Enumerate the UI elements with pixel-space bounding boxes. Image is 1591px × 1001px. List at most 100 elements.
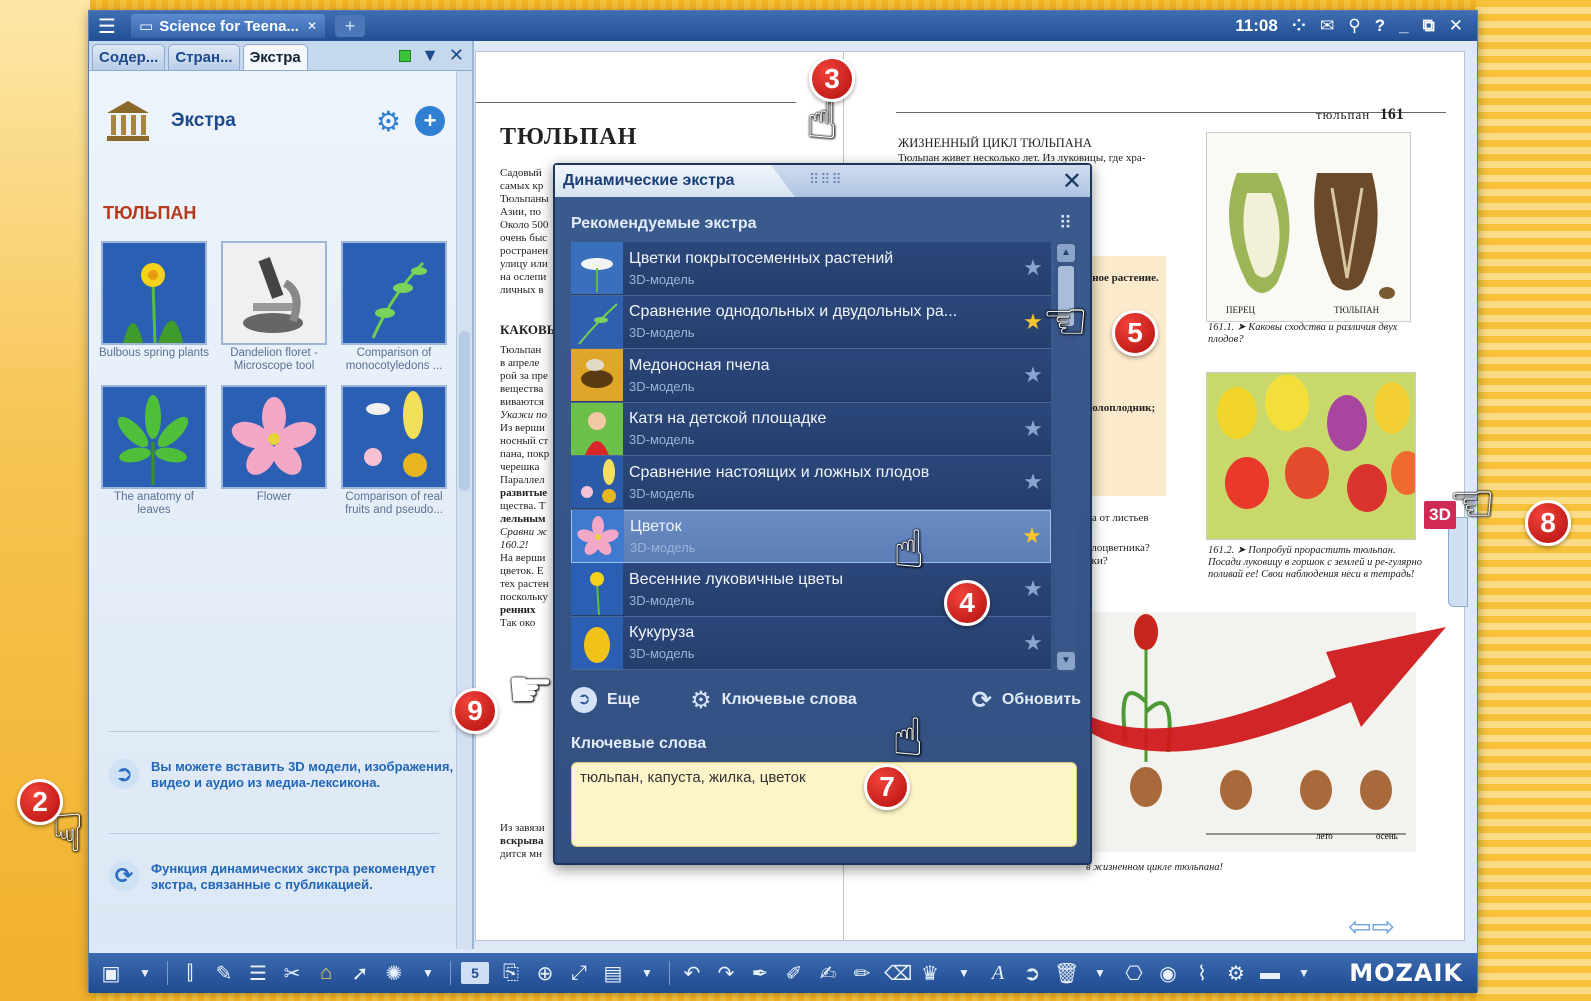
dropdown-icon[interactable]: ▼ bbox=[416, 966, 440, 980]
fit-icon[interactable]: ⤢ bbox=[567, 962, 591, 985]
gear-icon[interactable]: ⚙ bbox=[376, 105, 401, 138]
more-button[interactable]: ➲ Еще bbox=[571, 687, 640, 713]
thumbnail-item[interactable]: Flower bbox=[219, 385, 329, 517]
brush-icon[interactable]: ✍ bbox=[816, 961, 840, 986]
text-icon[interactable]: A bbox=[986, 962, 1010, 985]
star-icon[interactable]: ★ bbox=[1015, 362, 1051, 388]
spread-icon[interactable]: ⫿ bbox=[178, 962, 202, 985]
shapes-icon[interactable]: ♛ bbox=[918, 961, 942, 986]
camera-icon[interactable]: ◉ bbox=[1156, 961, 1180, 986]
recommended-heading: Рекомендуемые экстра bbox=[571, 215, 757, 232]
page-number-field[interactable]: 5 bbox=[461, 962, 489, 984]
star-icon[interactable]: ★ bbox=[1015, 469, 1051, 495]
insert-media-icon: ➲ bbox=[109, 759, 139, 789]
page-icon[interactable]: ⎘ bbox=[499, 962, 523, 985]
stamp-icon[interactable]: ⎔ bbox=[1122, 961, 1146, 986]
refresh-button[interactable]: ⟳ Обновить bbox=[972, 686, 1081, 715]
thumbnail-item[interactable]: Comparison of real fruits and pseudo... bbox=[339, 385, 449, 517]
grip-icon[interactable]: ⠿⠿⠿ bbox=[809, 171, 843, 188]
close-panel-icon[interactable]: ✕ bbox=[449, 45, 464, 66]
thumbnail-item[interactable]: The anatomy of leaves bbox=[99, 385, 209, 517]
tab-contents[interactable]: Содер... bbox=[92, 44, 166, 70]
item-type: 3D-модель bbox=[629, 325, 695, 341]
board-icon[interactable]: ▣ bbox=[99, 961, 123, 986]
figure-label: ПЕРЕЦ bbox=[1226, 305, 1255, 315]
list-item[interactable]: Сравнение настоящих и ложных плодов 3D-мо… bbox=[571, 456, 1051, 510]
minimize-icon[interactable]: _ bbox=[1399, 16, 1408, 36]
item-title: Цветок bbox=[630, 517, 682, 535]
plant-thumbnail bbox=[341, 241, 447, 345]
mail-icon[interactable]: ✉ bbox=[1320, 16, 1334, 36]
info-dynamic: ⟳ Функция динамических экстра рекомендуе… bbox=[109, 861, 454, 893]
document-tab[interactable]: ▭ Science for Teena... ✕ bbox=[131, 14, 326, 38]
menu-icon[interactable]: ☰ bbox=[89, 14, 125, 39]
highlighter-icon[interactable]: ✏ bbox=[850, 961, 874, 986]
list-item[interactable]: Кукуруза 3D-модель ★ bbox=[571, 616, 1051, 670]
layout-icon[interactable]: ▤ bbox=[601, 961, 625, 986]
hat-icon[interactable]: ✎ bbox=[212, 961, 236, 986]
bulb-icon[interactable]: ✺ bbox=[382, 961, 406, 986]
dynamic-extra-icon: ⟳ bbox=[109, 861, 139, 891]
add-icon[interactable]: + bbox=[415, 106, 445, 136]
museum-icon[interactable]: ⌂ bbox=[314, 962, 338, 985]
pin-icon[interactable] bbox=[399, 49, 412, 62]
keywords-field[interactable]: тюльпан, капуста, жилка, цветок bbox=[571, 762, 1077, 847]
close-tab-icon[interactable]: ✕ bbox=[307, 19, 317, 33]
header-rule bbox=[476, 102, 796, 103]
close-window-icon[interactable]: ✕ bbox=[1449, 16, 1463, 36]
dialog-titlebar[interactable]: Динамические экстра ⠿⠿⠿ ✕ bbox=[555, 165, 1090, 197]
redo-icon[interactable]: ↷ bbox=[714, 961, 738, 986]
list-item[interactable]: Цветки покрытосеменных растений 3D-модель… bbox=[571, 242, 1051, 296]
star-icon[interactable]: ★ bbox=[1015, 416, 1051, 442]
panel-tabs: Содер... Стран... Экстра ▼ ✕ bbox=[89, 41, 472, 71]
grid-view-icon[interactable]: ⠿ bbox=[1059, 213, 1072, 234]
eraser-icon[interactable]: ⌫ bbox=[884, 961, 912, 986]
grid-icon[interactable]: ⁘ bbox=[1292, 16, 1306, 36]
search-icon[interactable]: ⚲ bbox=[1348, 16, 1360, 36]
star-icon[interactable]: ★ bbox=[1015, 576, 1051, 602]
dropdown-icon[interactable]: ▼ bbox=[952, 966, 976, 980]
zoom-icon[interactable]: ⊕ bbox=[533, 961, 557, 986]
tab-pages[interactable]: Стран... bbox=[168, 44, 240, 70]
marker-icon[interactable]: ✐ bbox=[782, 961, 806, 986]
keywords-heading: Ключевые слова bbox=[571, 735, 707, 752]
pointer-icon[interactable]: ➚ bbox=[348, 961, 372, 986]
list-item[interactable]: Цветок 3D-модель ★ bbox=[571, 509, 1051, 563]
info-insert-text: Вы можете вставить 3D модели, изображени… bbox=[151, 759, 454, 790]
list-item[interactable]: Медоносная пчела 3D-модель ★ bbox=[571, 349, 1051, 403]
scroll-down-icon[interactable]: ▼ bbox=[1057, 652, 1075, 670]
pointing-hand-icon: ☝ bbox=[806, 92, 838, 150]
list-item[interactable]: Катя на детской площадке 3D-модель ★ bbox=[571, 402, 1051, 456]
star-icon[interactable]: ★ bbox=[1015, 255, 1051, 281]
dropdown-icon[interactable]: ▼ bbox=[1088, 966, 1112, 980]
pen-icon[interactable]: ✒ bbox=[748, 961, 772, 986]
star-icon[interactable]: ★ bbox=[1015, 630, 1051, 656]
star-icon[interactable]: ★ bbox=[1014, 523, 1050, 549]
thumbnail-item[interactable]: Comparison of monocotyledons ... bbox=[339, 241, 449, 373]
dropdown-icon[interactable]: ▼ bbox=[635, 966, 659, 980]
help-icon[interactable]: ? bbox=[1375, 16, 1385, 36]
page-nav-arrows[interactable]: ⇦⇨ bbox=[1348, 910, 1395, 943]
settings-icon[interactable]: ⚙ bbox=[1224, 961, 1248, 986]
close-dialog-icon[interactable]: ✕ bbox=[1062, 167, 1082, 196]
daffodil-icon bbox=[571, 563, 623, 616]
dropdown-icon[interactable]: ▼ bbox=[421, 45, 439, 66]
add-tab-button[interactable]: + bbox=[335, 15, 366, 37]
notes-icon[interactable]: ☰ bbox=[246, 961, 270, 986]
tools-icon[interactable]: ✂ bbox=[280, 961, 304, 986]
list-item[interactable]: Сравнение однодольных и двудольных ра...… bbox=[571, 295, 1051, 349]
thumbnail-item[interactable]: Dandelion floret - Microscope tool bbox=[219, 241, 329, 373]
thumbnail-item[interactable]: Bulbous spring plants bbox=[99, 241, 209, 373]
keywords-button[interactable]: ⚙ Ключевые слова bbox=[690, 686, 857, 715]
media-icon[interactable]: ➲ bbox=[1020, 961, 1044, 986]
undo-icon[interactable]: ↶ bbox=[680, 961, 704, 986]
dropdown-icon[interactable]: ▼ bbox=[133, 966, 157, 980]
scroll-up-icon[interactable]: ▲ bbox=[1057, 244, 1075, 262]
keyboard-icon[interactable]: ▬ bbox=[1258, 962, 1282, 985]
trash-icon[interactable]: 🗑 bbox=[1054, 961, 1079, 986]
panel-scrollbar[interactable] bbox=[456, 71, 472, 949]
dropdown-icon[interactable]: ▼ bbox=[1292, 966, 1316, 980]
attach-icon[interactable]: ⌇ bbox=[1190, 961, 1214, 986]
restore-icon[interactable]: ⧉ bbox=[1423, 16, 1435, 36]
tab-extra[interactable]: Экстра bbox=[242, 44, 308, 70]
